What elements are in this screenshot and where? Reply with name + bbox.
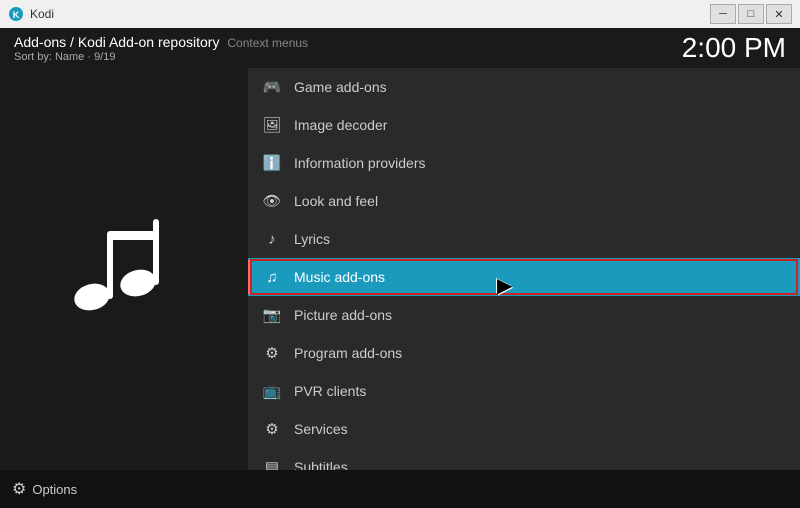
services-label: Services [294,421,348,437]
information-providers-icon: ℹ️ [260,151,284,175]
list-item-look-and-feel[interactable]: 👁 Look and feel [248,182,800,220]
sort-info: Sort by: Name · 9/19 [14,51,308,63]
program-add-ons-label: Program add-ons [294,345,402,361]
music-add-ons-label: Music add-ons [294,269,385,285]
maximize-button[interactable]: □ [738,4,764,24]
list-item-image-decoder[interactable]: 🖼 Image decoder [248,106,800,144]
minimize-button[interactable]: ─ [710,4,736,24]
pvr-clients-label: PVR clients [294,383,366,399]
lyrics-label: Lyrics [294,231,330,247]
content-area: 🎮 Game add-ons 🖼 Image decoder ℹ️ Information… [0,68,800,470]
list-item-picture-add-ons[interactable]: 📷 Picture add-ons [248,296,800,334]
picture-add-ons-icon: 📷 [260,303,284,327]
music-note-icon [64,209,184,329]
list-item-pvr-clients[interactable]: 📺 PVR clients [248,372,800,410]
game-add-ons-label: Game add-ons [294,79,387,95]
lyrics-icon: ♪ [260,227,284,251]
image-decoder-label: Image decoder [294,117,387,133]
music-thumbnail [54,199,194,339]
music-add-ons-icon: ♫ [260,265,284,289]
game-add-ons-icon: 🎮 [260,75,284,99]
title-bar-title: Kodi [30,7,54,21]
left-panel [0,68,248,470]
list-item-program-add-ons[interactable]: ⚙ Program add-ons [248,334,800,372]
information-providers-label: Information providers [294,155,426,171]
image-decoder-icon: 🖼 [260,113,284,137]
app-area: Add-ons / Kodi Add-on repository Context… [0,28,800,508]
title-bar-controls: ─ □ ✕ [710,4,792,24]
list-item-game-add-ons[interactable]: 🎮 Game add-ons [248,68,800,106]
breadcrumb: Add-ons / Kodi Add-on repository Context… [14,34,308,50]
subtitles-label: Subtitles [294,459,348,470]
program-add-ons-icon: ⚙ [260,341,284,365]
bottom-bar: ⚙ Options [0,470,800,508]
header-left: Add-ons / Kodi Add-on repository Context… [14,34,308,63]
svg-text:K: K [13,10,20,20]
subtitles-icon: ▤ [260,455,284,470]
list-item-services[interactable]: ⚙ Services [248,410,800,448]
list-item-lyrics[interactable]: ♪ Lyrics [248,220,800,258]
list-item-subtitles[interactable]: ▤ Subtitles [248,448,800,470]
title-bar: K Kodi ─ □ ✕ [0,0,800,28]
right-panel: 🎮 Game add-ons 🖼 Image decoder ℹ️ Information… [248,68,800,470]
list-item-music-add-ons[interactable]: ♫ Music add-ons [248,258,800,296]
options-label[interactable]: Options [32,482,77,497]
header: Add-ons / Kodi Add-on repository Context… [0,28,800,68]
list-item-information-providers[interactable]: ℹ️ Information providers [248,144,800,182]
options-icon: ⚙ [12,479,26,499]
context-hint: Context menus [227,36,308,50]
kodi-logo-icon: K [8,6,24,22]
pvr-clients-icon: 📺 [260,379,284,403]
look-and-feel-label: Look and feel [294,193,378,209]
breadcrumb-text: Add-ons / Kodi Add-on repository [14,34,219,50]
look-and-feel-icon: 👁 [260,189,284,213]
clock: 2:00 PM [682,32,786,64]
picture-add-ons-label: Picture add-ons [294,307,392,323]
title-bar-left: K Kodi [8,6,54,22]
services-icon: ⚙ [260,417,284,441]
close-button[interactable]: ✕ [766,4,792,24]
